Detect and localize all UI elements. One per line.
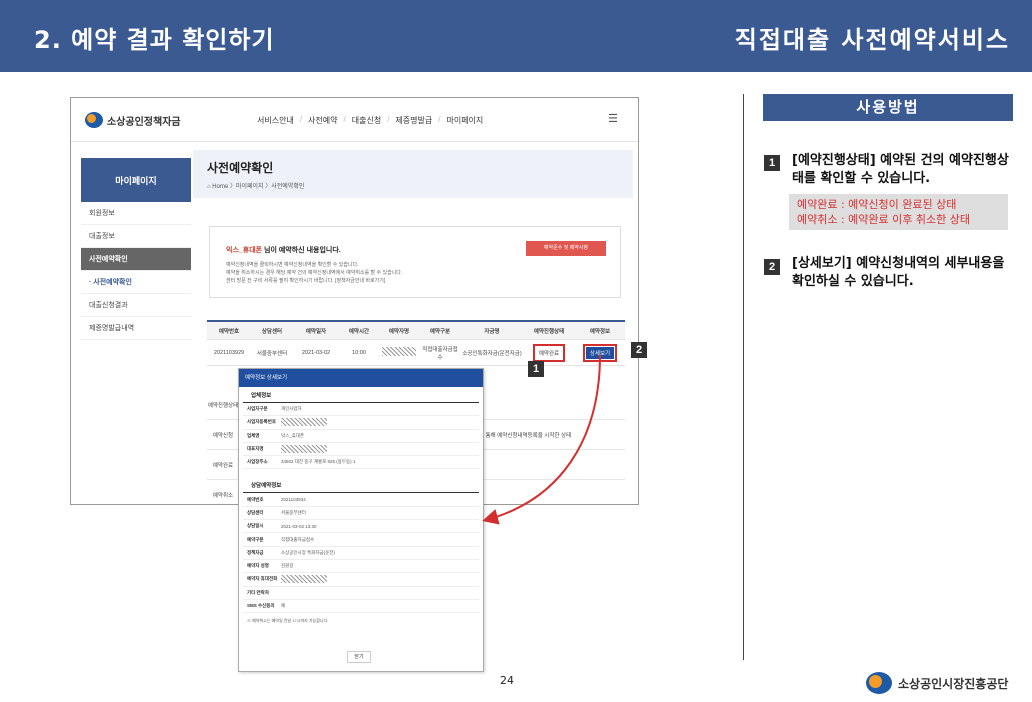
step-1-text: [예약진행상태] 예약된 건의 예약진행상태를 확인할 수 있습니다.: [792, 153, 1009, 186]
step-2-badge: 2: [764, 259, 780, 275]
arrow-to-popup: [482, 354, 601, 525]
footer-logo: 소상공인시장진흥공단: [866, 672, 1008, 694]
status-note-box: 예약완료 : 예약신청이 완료된 상태 예약취소 : 예약완료 이후 취소한 상…: [789, 194, 1008, 230]
divider: [743, 94, 744, 660]
org-logo-icon: [866, 672, 892, 694]
note-cancel: 예약취소 : 예약완료 이후 취소한 상태: [797, 213, 970, 226]
usage-title: 사용방법: [763, 94, 1013, 121]
note-complete: 예약완료 : 예약신청이 완료된 상태: [797, 198, 957, 211]
step-1-badge: 1: [764, 155, 780, 171]
org-name: 소상공인시장진흥공단: [898, 676, 1009, 691]
page-number: 24: [500, 674, 514, 687]
step-2-text: [상세보기] 예약신청내역의 세부내용을 확인하실 수 있습니다.: [792, 256, 1005, 289]
